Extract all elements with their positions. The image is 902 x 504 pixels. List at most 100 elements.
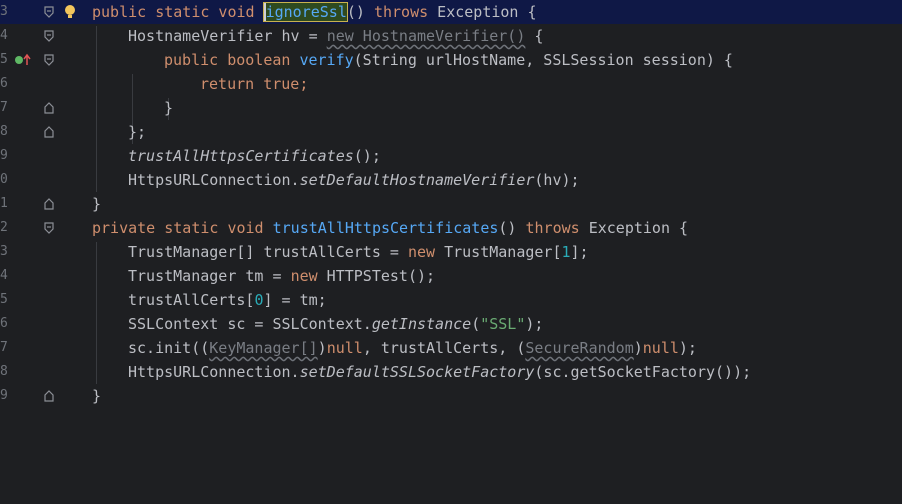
fold-end-marker-icon[interactable] bbox=[42, 120, 56, 144]
fold-marker-icon[interactable] bbox=[42, 48, 56, 72]
line-number: 4 bbox=[0, 28, 8, 43]
code-text: ; bbox=[299, 75, 309, 93]
keyword: new bbox=[290, 267, 318, 285]
line-number: 6 bbox=[0, 76, 8, 91]
line-number: 3 bbox=[0, 4, 8, 19]
code-line[interactable]: 6 return true; bbox=[0, 72, 902, 96]
number-literal: 1 bbox=[561, 243, 571, 261]
line-number: 5 bbox=[0, 52, 8, 67]
line-number: 7 bbox=[0, 340, 8, 355]
code-line[interactable]: 4 HostnameVerifier hv = new HostnameVeri… bbox=[0, 24, 902, 48]
redundant-cast[interactable]: KeyManager[] bbox=[209, 339, 317, 357]
code-text: ); bbox=[678, 339, 697, 357]
code-line[interactable]: 6 SSLContext sc = SSLContext.getInstance… bbox=[0, 312, 902, 336]
code-text: () bbox=[498, 219, 526, 237]
code-line[interactable]: 1 } bbox=[0, 192, 902, 216]
implement-marker-icon[interactable] bbox=[14, 48, 32, 72]
code-text: (String urlHostName, SSLSession session)… bbox=[353, 51, 733, 69]
code-text: HttpsURLConnection. bbox=[128, 171, 300, 189]
code-line[interactable]: 8 }; bbox=[0, 120, 902, 144]
line-number: 4 bbox=[0, 268, 8, 283]
code-text: }; bbox=[128, 123, 147, 141]
keyword: private static void bbox=[92, 219, 273, 237]
code-text: trustAllCerts[ bbox=[128, 291, 255, 309]
code-text: ] = tm; bbox=[263, 291, 327, 309]
keyword: public boolean bbox=[164, 51, 300, 69]
code-line[interactable]: 8 HttpsURLConnection.setDefaultSSLSocket… bbox=[0, 360, 902, 384]
method-name[interactable]: verify bbox=[299, 51, 353, 69]
anonymous-class-hint[interactable]: new HostnameVerifier() bbox=[327, 27, 526, 45]
code-text: , trustAllCerts, ( bbox=[362, 339, 526, 357]
code-text: SSLContext sc = SSLContext. bbox=[128, 315, 372, 333]
string-literal: "SSL" bbox=[480, 315, 526, 333]
code-text: () bbox=[346, 3, 374, 21]
fold-marker-icon[interactable] bbox=[42, 0, 56, 24]
line-number: 8 bbox=[0, 364, 8, 379]
code-text: (hv); bbox=[534, 171, 580, 189]
code-line[interactable]: 7 sc.init((KeyManager[])null, trustAllCe… bbox=[0, 336, 902, 360]
code-editor[interactable]: 3 public static void ignoreSsl() throws … bbox=[0, 0, 902, 406]
line-number: 0 bbox=[0, 172, 8, 187]
redundant-cast[interactable]: SecureRandom bbox=[525, 339, 633, 357]
fold-marker-icon[interactable] bbox=[42, 24, 56, 48]
code-text: ( bbox=[471, 315, 481, 333]
method-call[interactable]: setDefaultSSLSocketFactory bbox=[300, 363, 535, 381]
method-name[interactable]: ignoreSsl bbox=[262, 2, 348, 22]
keyword: public static void bbox=[92, 3, 264, 21]
code-text: HttpsURLConnection. bbox=[128, 363, 300, 381]
line-number: 9 bbox=[0, 388, 8, 403]
keyword: null bbox=[642, 339, 679, 357]
method-call[interactable]: getInstance bbox=[372, 315, 471, 333]
code-line[interactable]: 2 private static void trustAllHttpsCerti… bbox=[0, 216, 902, 240]
code-line[interactable]: 7 } bbox=[0, 96, 902, 120]
code-text: (); bbox=[353, 147, 381, 165]
fold-end-marker-icon[interactable] bbox=[42, 96, 56, 120]
code-text: TrustManager tm = bbox=[128, 267, 291, 285]
code-line[interactable]: 4 TrustManager tm = new HTTPSTest(); bbox=[0, 264, 902, 288]
code-text: sc.init(( bbox=[128, 339, 210, 357]
line-number: 3 bbox=[0, 244, 8, 259]
code-text: ]; bbox=[570, 243, 589, 261]
code-text: TrustManager[ bbox=[435, 243, 562, 261]
code-text: HostnameVerifier hv = bbox=[128, 27, 327, 45]
fold-end-marker-icon[interactable] bbox=[42, 384, 56, 408]
line-number: 2 bbox=[0, 220, 8, 235]
keyword: new bbox=[407, 243, 436, 261]
method-name[interactable]: trustAllHttpsCertificates bbox=[273, 219, 499, 237]
line-number: 8 bbox=[0, 124, 8, 139]
code-text: (sc.getSocketFactory()); bbox=[534, 363, 752, 381]
method-name-text: ignoreSsl bbox=[265, 3, 347, 21]
keyword: null bbox=[326, 339, 363, 357]
code-text: TrustManager[] trustAllCerts = bbox=[128, 243, 408, 261]
code-text: ); bbox=[525, 315, 544, 333]
line-number: 9 bbox=[0, 148, 8, 163]
keyword: throws bbox=[525, 219, 580, 237]
keyword: throws bbox=[373, 3, 429, 21]
code-text: { bbox=[525, 27, 544, 45]
code-line[interactable]: 3 TrustManager[] trustAllCerts = new Tru… bbox=[0, 240, 902, 264]
line-number: 7 bbox=[0, 100, 8, 115]
line-number: 1 bbox=[0, 196, 8, 211]
code-line[interactable]: 3 public static void ignoreSsl() throws … bbox=[0, 0, 902, 24]
code-line[interactable]: 0 HttpsURLConnection.setDefaultHostnameV… bbox=[0, 168, 902, 192]
code-text: HTTPSTest(); bbox=[317, 267, 436, 285]
fold-marker-icon[interactable] bbox=[42, 216, 56, 240]
line-number: 5 bbox=[0, 292, 8, 307]
code-text: Exception { bbox=[579, 219, 689, 237]
code-text: } bbox=[164, 99, 174, 117]
method-call[interactable]: setDefaultHostnameVerifier bbox=[300, 171, 535, 189]
line-number: 6 bbox=[0, 316, 8, 331]
code-text: ) bbox=[633, 339, 643, 357]
code-line[interactable]: 5 public boolean verify(String urlHostNa… bbox=[0, 48, 902, 72]
code-text: } bbox=[92, 195, 102, 213]
code-text: } bbox=[92, 387, 102, 405]
code-text: Exception { bbox=[428, 3, 537, 21]
lightbulb-icon[interactable] bbox=[62, 0, 78, 24]
fold-end-marker-icon[interactable] bbox=[42, 192, 56, 216]
method-call[interactable]: trustAllHttpsCertificates bbox=[128, 147, 354, 165]
keyword: true bbox=[263, 75, 300, 93]
code-line[interactable]: 5 trustAllCerts[0] = tm; bbox=[0, 288, 902, 312]
keyword: return bbox=[200, 75, 264, 93]
code-line[interactable]: 9 } bbox=[0, 384, 902, 408]
code-line[interactable]: 9 trustAllHttpsCertificates(); bbox=[0, 144, 902, 168]
